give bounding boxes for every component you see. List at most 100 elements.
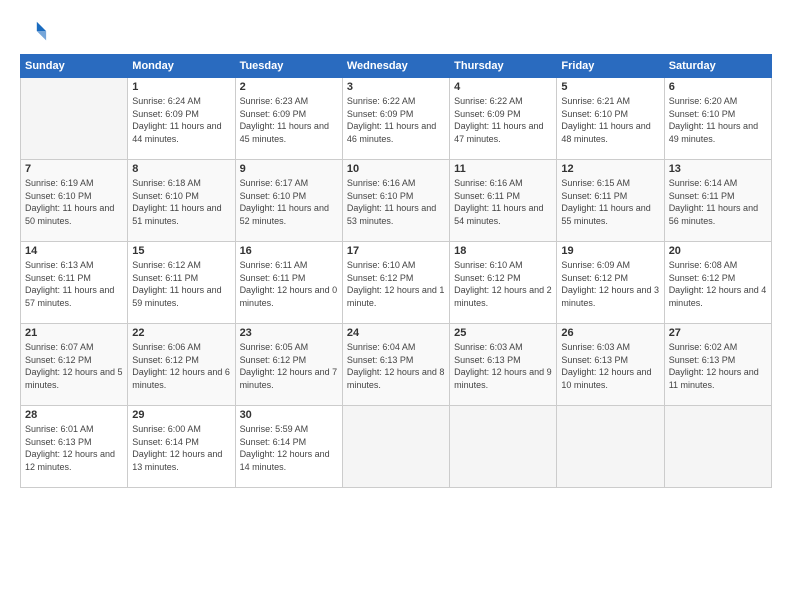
day-cell: 10 Sunrise: 6:16 AM Sunset: 6:10 PM Dayl… bbox=[342, 160, 449, 242]
day-cell: 11 Sunrise: 6:16 AM Sunset: 6:11 PM Dayl… bbox=[450, 160, 557, 242]
day-number: 12 bbox=[561, 163, 659, 175]
col-sunday: Sunday bbox=[21, 55, 128, 78]
day-cell: 1 Sunrise: 6:24 AM Sunset: 6:09 PM Dayli… bbox=[128, 78, 235, 160]
day-info: Sunrise: 6:07 AM Sunset: 6:12 PM Dayligh… bbox=[25, 341, 123, 391]
day-info: Sunrise: 6:19 AM Sunset: 6:10 PM Dayligh… bbox=[25, 177, 123, 227]
day-cell: 19 Sunrise: 6:09 AM Sunset: 6:12 PM Dayl… bbox=[557, 242, 664, 324]
day-number: 24 bbox=[347, 327, 445, 339]
day-number: 19 bbox=[561, 245, 659, 257]
day-cell: 14 Sunrise: 6:13 AM Sunset: 6:11 PM Dayl… bbox=[21, 242, 128, 324]
day-number: 16 bbox=[240, 245, 338, 257]
day-number: 8 bbox=[132, 163, 230, 175]
header-row: Sunday Monday Tuesday Wednesday Thursday… bbox=[21, 55, 772, 78]
week-row-0: 1 Sunrise: 6:24 AM Sunset: 6:09 PM Dayli… bbox=[21, 78, 772, 160]
day-cell: 24 Sunrise: 6:04 AM Sunset: 6:13 PM Dayl… bbox=[342, 324, 449, 406]
logo bbox=[20, 18, 50, 46]
day-info: Sunrise: 6:05 AM Sunset: 6:12 PM Dayligh… bbox=[240, 341, 338, 391]
day-cell bbox=[557, 406, 664, 488]
day-info: Sunrise: 6:04 AM Sunset: 6:13 PM Dayligh… bbox=[347, 341, 445, 391]
day-info: Sunrise: 6:16 AM Sunset: 6:10 PM Dayligh… bbox=[347, 177, 445, 227]
day-info: Sunrise: 6:12 AM Sunset: 6:11 PM Dayligh… bbox=[132, 259, 230, 309]
day-info: Sunrise: 6:09 AM Sunset: 6:12 PM Dayligh… bbox=[561, 259, 659, 309]
day-cell bbox=[450, 406, 557, 488]
day-info: Sunrise: 6:08 AM Sunset: 6:12 PM Dayligh… bbox=[669, 259, 767, 309]
day-info: Sunrise: 6:21 AM Sunset: 6:10 PM Dayligh… bbox=[561, 95, 659, 145]
day-info: Sunrise: 6:00 AM Sunset: 6:14 PM Dayligh… bbox=[132, 423, 230, 473]
day-number: 21 bbox=[25, 327, 123, 339]
day-cell: 9 Sunrise: 6:17 AM Sunset: 6:10 PM Dayli… bbox=[235, 160, 342, 242]
day-cell: 26 Sunrise: 6:03 AM Sunset: 6:13 PM Dayl… bbox=[557, 324, 664, 406]
day-cell bbox=[342, 406, 449, 488]
day-info: Sunrise: 6:18 AM Sunset: 6:10 PM Dayligh… bbox=[132, 177, 230, 227]
day-number: 4 bbox=[454, 81, 552, 93]
week-row-2: 14 Sunrise: 6:13 AM Sunset: 6:11 PM Dayl… bbox=[21, 242, 772, 324]
day-cell: 17 Sunrise: 6:10 AM Sunset: 6:12 PM Dayl… bbox=[342, 242, 449, 324]
day-number: 20 bbox=[669, 245, 767, 257]
day-info: Sunrise: 6:10 AM Sunset: 6:12 PM Dayligh… bbox=[347, 259, 445, 309]
day-info: Sunrise: 6:02 AM Sunset: 6:13 PM Dayligh… bbox=[669, 341, 767, 391]
day-number: 18 bbox=[454, 245, 552, 257]
week-row-3: 21 Sunrise: 6:07 AM Sunset: 6:12 PM Dayl… bbox=[21, 324, 772, 406]
day-number: 23 bbox=[240, 327, 338, 339]
day-number: 10 bbox=[347, 163, 445, 175]
day-info: Sunrise: 6:03 AM Sunset: 6:13 PM Dayligh… bbox=[454, 341, 552, 391]
day-cell: 29 Sunrise: 6:00 AM Sunset: 6:14 PM Dayl… bbox=[128, 406, 235, 488]
day-cell bbox=[664, 406, 771, 488]
day-cell: 4 Sunrise: 6:22 AM Sunset: 6:09 PM Dayli… bbox=[450, 78, 557, 160]
day-number: 26 bbox=[561, 327, 659, 339]
day-number: 22 bbox=[132, 327, 230, 339]
day-cell: 23 Sunrise: 6:05 AM Sunset: 6:12 PM Dayl… bbox=[235, 324, 342, 406]
day-number: 13 bbox=[669, 163, 767, 175]
day-cell: 18 Sunrise: 6:10 AM Sunset: 6:12 PM Dayl… bbox=[450, 242, 557, 324]
col-friday: Friday bbox=[557, 55, 664, 78]
day-cell: 2 Sunrise: 6:23 AM Sunset: 6:09 PM Dayli… bbox=[235, 78, 342, 160]
day-cell: 8 Sunrise: 6:18 AM Sunset: 6:10 PM Dayli… bbox=[128, 160, 235, 242]
day-cell: 13 Sunrise: 6:14 AM Sunset: 6:11 PM Dayl… bbox=[664, 160, 771, 242]
day-number: 3 bbox=[347, 81, 445, 93]
day-info: Sunrise: 6:06 AM Sunset: 6:12 PM Dayligh… bbox=[132, 341, 230, 391]
day-cell: 20 Sunrise: 6:08 AM Sunset: 6:12 PM Dayl… bbox=[664, 242, 771, 324]
col-thursday: Thursday bbox=[450, 55, 557, 78]
day-cell: 7 Sunrise: 6:19 AM Sunset: 6:10 PM Dayli… bbox=[21, 160, 128, 242]
calendar-table: Sunday Monday Tuesday Wednesday Thursday… bbox=[20, 54, 772, 488]
day-info: Sunrise: 6:11 AM Sunset: 6:11 PM Dayligh… bbox=[240, 259, 338, 309]
day-number: 7 bbox=[25, 163, 123, 175]
day-number: 29 bbox=[132, 409, 230, 421]
col-wednesday: Wednesday bbox=[342, 55, 449, 78]
col-saturday: Saturday bbox=[664, 55, 771, 78]
day-info: Sunrise: 6:10 AM Sunset: 6:12 PM Dayligh… bbox=[454, 259, 552, 309]
day-number: 2 bbox=[240, 81, 338, 93]
day-cell: 12 Sunrise: 6:15 AM Sunset: 6:11 PM Dayl… bbox=[557, 160, 664, 242]
logo-icon bbox=[20, 18, 48, 46]
day-number: 5 bbox=[561, 81, 659, 93]
day-number: 28 bbox=[25, 409, 123, 421]
day-info: Sunrise: 6:17 AM Sunset: 6:10 PM Dayligh… bbox=[240, 177, 338, 227]
day-number: 25 bbox=[454, 327, 552, 339]
day-info: Sunrise: 6:03 AM Sunset: 6:13 PM Dayligh… bbox=[561, 341, 659, 391]
day-number: 1 bbox=[132, 81, 230, 93]
day-cell: 30 Sunrise: 5:59 AM Sunset: 6:14 PM Dayl… bbox=[235, 406, 342, 488]
day-cell: 5 Sunrise: 6:21 AM Sunset: 6:10 PM Dayli… bbox=[557, 78, 664, 160]
day-cell: 16 Sunrise: 6:11 AM Sunset: 6:11 PM Dayl… bbox=[235, 242, 342, 324]
day-number: 6 bbox=[669, 81, 767, 93]
day-info: Sunrise: 6:16 AM Sunset: 6:11 PM Dayligh… bbox=[454, 177, 552, 227]
day-info: Sunrise: 6:15 AM Sunset: 6:11 PM Dayligh… bbox=[561, 177, 659, 227]
day-cell: 6 Sunrise: 6:20 AM Sunset: 6:10 PM Dayli… bbox=[664, 78, 771, 160]
day-number: 30 bbox=[240, 409, 338, 421]
day-info: Sunrise: 6:22 AM Sunset: 6:09 PM Dayligh… bbox=[454, 95, 552, 145]
day-info: Sunrise: 6:14 AM Sunset: 6:11 PM Dayligh… bbox=[669, 177, 767, 227]
day-info: Sunrise: 6:22 AM Sunset: 6:09 PM Dayligh… bbox=[347, 95, 445, 145]
page: Sunday Monday Tuesday Wednesday Thursday… bbox=[0, 0, 792, 612]
day-cell: 25 Sunrise: 6:03 AM Sunset: 6:13 PM Dayl… bbox=[450, 324, 557, 406]
day-cell bbox=[21, 78, 128, 160]
day-cell: 28 Sunrise: 6:01 AM Sunset: 6:13 PM Dayl… bbox=[21, 406, 128, 488]
day-info: Sunrise: 6:20 AM Sunset: 6:10 PM Dayligh… bbox=[669, 95, 767, 145]
col-monday: Monday bbox=[128, 55, 235, 78]
day-number: 11 bbox=[454, 163, 552, 175]
week-row-4: 28 Sunrise: 6:01 AM Sunset: 6:13 PM Dayl… bbox=[21, 406, 772, 488]
header bbox=[20, 18, 772, 46]
day-info: Sunrise: 5:59 AM Sunset: 6:14 PM Dayligh… bbox=[240, 423, 338, 473]
col-tuesday: Tuesday bbox=[235, 55, 342, 78]
day-cell: 3 Sunrise: 6:22 AM Sunset: 6:09 PM Dayli… bbox=[342, 78, 449, 160]
week-row-1: 7 Sunrise: 6:19 AM Sunset: 6:10 PM Dayli… bbox=[21, 160, 772, 242]
